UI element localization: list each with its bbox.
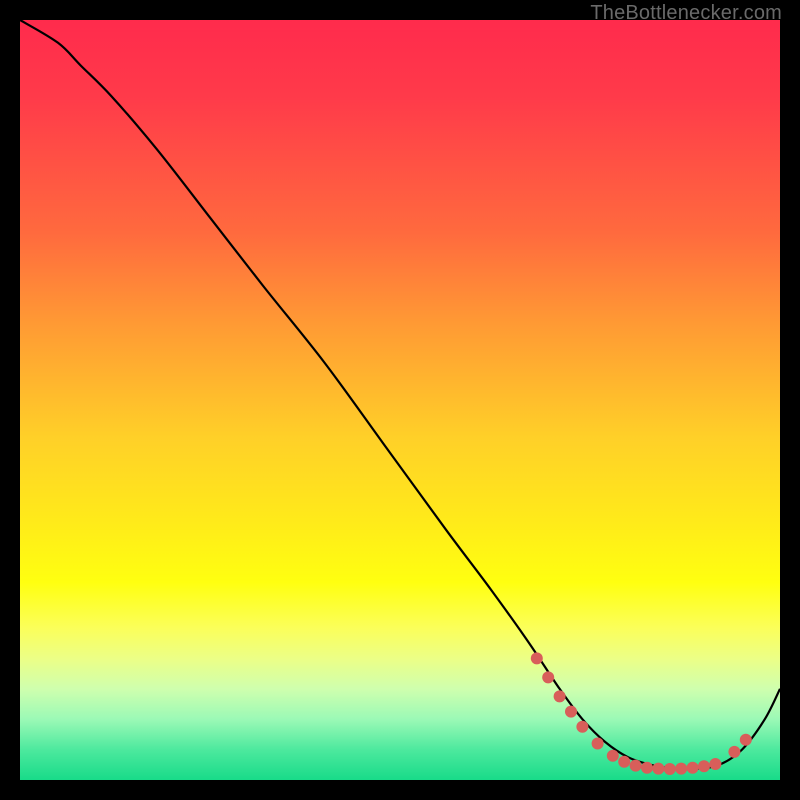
data-marker	[554, 690, 566, 702]
data-marker	[728, 746, 740, 758]
data-marker	[565, 706, 577, 718]
data-marker	[709, 758, 721, 770]
data-marker	[576, 721, 588, 733]
data-marker	[687, 762, 699, 774]
data-marker	[652, 763, 664, 775]
data-marker	[542, 671, 554, 683]
marker-group	[531, 652, 752, 775]
data-marker	[531, 652, 543, 664]
bottleneck-curve	[20, 20, 780, 769]
chart-svg	[20, 20, 780, 780]
data-marker	[698, 760, 710, 772]
data-marker	[630, 760, 642, 772]
data-marker	[607, 750, 619, 762]
chart-frame: TheBottlenecker.com	[0, 0, 800, 800]
data-marker	[740, 734, 752, 746]
data-marker	[641, 762, 653, 774]
plot-area	[20, 20, 780, 780]
data-marker	[618, 756, 630, 768]
data-marker	[664, 763, 676, 775]
data-marker	[592, 738, 604, 750]
data-marker	[675, 763, 687, 775]
